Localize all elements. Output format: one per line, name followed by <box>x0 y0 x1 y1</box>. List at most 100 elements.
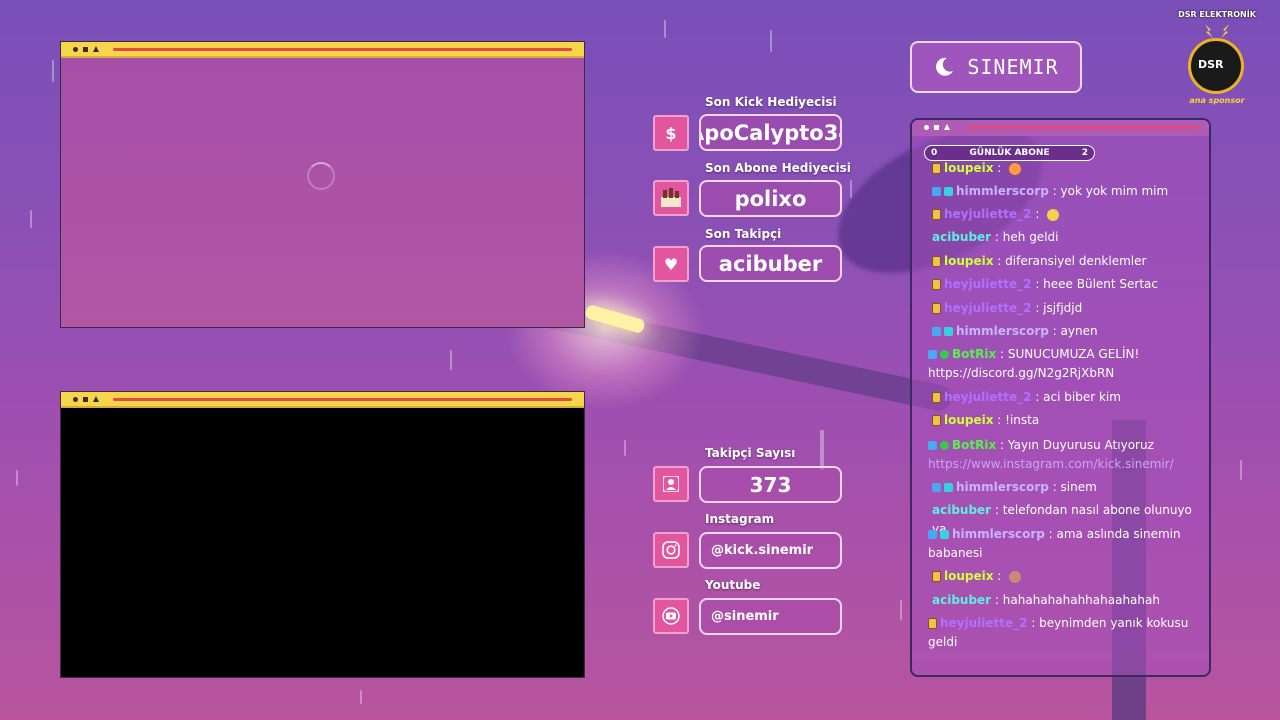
rain-drop <box>820 430 824 470</box>
rain-drop <box>850 180 852 198</box>
gifter-badge-icon <box>944 187 953 196</box>
verified-badge-icon <box>940 350 949 359</box>
triangle-icon <box>944 124 950 130</box>
rain-drop <box>664 20 666 38</box>
triangle-icon <box>93 46 99 52</box>
chat-message-text: aynen <box>1060 324 1098 338</box>
chat-username[interactable]: loupeix <box>944 254 993 268</box>
triangle-icon <box>93 396 99 402</box>
chat-separator: : <box>991 593 1003 607</box>
chat-message: heyjuliette_2 : beynimden yanık kokusu ge… <box>928 614 1203 652</box>
gifter-badge-icon <box>940 530 949 539</box>
sub-gifter-label: Son Abone Hediyecisi <box>705 161 851 175</box>
chat-username[interactable]: loupeix <box>944 161 993 175</box>
chat-username[interactable]: heyjuliette_2 <box>944 301 1032 315</box>
chat-username[interactable]: heyjuliette_2 <box>940 616 1028 630</box>
kick-gifter-label: Son Kick Hediyecisi <box>705 95 837 109</box>
camera-window <box>60 41 585 328</box>
chat-username[interactable]: acibuber <box>932 230 991 244</box>
chat-username[interactable]: acibuber <box>932 503 991 517</box>
youtube-label: Youtube <box>705 578 761 592</box>
chat-message-list: loupeix : himmlerscorp : yok yok mim mim… <box>928 161 1203 675</box>
sponsor-logo-text: DSR <box>1198 58 1224 71</box>
chat-username[interactable]: himmlerscorp <box>952 527 1045 541</box>
youtube-handle[interactable]: @sinemir <box>699 598 842 635</box>
game-window <box>60 391 585 678</box>
chat-username[interactable]: himmlerscorp <box>956 184 1049 198</box>
chat-message-text: hahahahahahhahaahahah <box>1002 593 1160 607</box>
chat-message: acibuber : hahahahahahhahaahahah <box>932 591 1203 610</box>
subscriber-badge-icon <box>932 303 941 314</box>
chat-username[interactable]: heyjuliette_2 <box>944 207 1032 221</box>
gifter-badge-icon <box>944 327 953 336</box>
goal-label: GÜNLÜK ABONE <box>969 148 1050 158</box>
chat-message: acibuber : heh geldi <box>932 228 1203 247</box>
chat-message-text: beynimden yanık kokusu <box>1039 616 1189 630</box>
chat-separator: : <box>1027 616 1040 630</box>
last-follower-label: Son Takipçi <box>705 227 782 241</box>
moderator-badge-icon <box>932 187 941 196</box>
last-follower-value: acibuber <box>699 245 842 282</box>
moderator-badge-icon <box>928 441 937 450</box>
chat-separator: : <box>1048 184 1061 198</box>
chat-separator: : <box>991 503 1003 517</box>
chat-username[interactable]: heyjuliette_2 <box>944 390 1032 404</box>
chat-username[interactable]: loupeix <box>944 569 993 583</box>
moon-icon <box>936 57 954 76</box>
chat-separator: : <box>1048 324 1061 338</box>
chat-message: himmlerscorp : yok yok mim mim <box>932 182 1203 201</box>
instagram-icon <box>653 532 689 568</box>
chat-separator: : <box>993 413 1006 427</box>
chat-message: loupeix : !insta <box>932 411 1203 430</box>
chat-username[interactable]: himmlerscorp <box>956 324 1049 338</box>
chat-separator: : <box>1031 390 1044 404</box>
sponsor-bottom-text: ana sponsor <box>1189 96 1245 105</box>
instagram-handle[interactable]: @kick.sinemir <box>699 532 842 569</box>
chat-username[interactable]: BotRix <box>952 438 996 452</box>
camera-feed <box>61 58 584 327</box>
rain-drop <box>450 350 452 370</box>
chat-message: loupeix : <box>932 567 1203 586</box>
chat-message-continuation: geldi <box>928 635 958 649</box>
rain-drop <box>360 690 362 704</box>
chat-username[interactable]: loupeix <box>944 413 993 427</box>
sinemir-button[interactable]: SINEMIR <box>910 41 1082 93</box>
rain-drop <box>900 600 902 620</box>
lightning-icon <box>1205 24 1229 38</box>
sinemir-button-label: SINEMIR <box>967 55 1059 79</box>
goal-current: 0 <box>931 148 938 158</box>
rain-drop <box>52 60 54 82</box>
titlebar-stripe <box>966 126 1199 129</box>
chat-message: loupeix : <box>932 159 1203 178</box>
chat-panel[interactable]: 0 GÜNLÜK ABONE 2 loupeix : himmlerscorp … <box>910 118 1211 677</box>
loading-spinner-icon <box>307 162 335 190</box>
camera-window-titlebar <box>61 42 584 58</box>
chat-message-text: !insta <box>1005 413 1040 427</box>
subscriber-badge-icon <box>932 571 941 582</box>
circle-icon <box>924 125 929 130</box>
verified-badge-icon <box>940 441 949 450</box>
chat-separator: : <box>993 569 1006 583</box>
chat-username[interactable]: himmlerscorp <box>956 480 1049 494</box>
moderator-badge-icon <box>928 530 937 539</box>
instagram-label: Instagram <box>705 512 775 526</box>
chat-separator: : <box>993 254 1006 268</box>
chat-message-text: diferansiyel denklemler <box>1005 254 1147 268</box>
chat-titlebar <box>912 120 1209 136</box>
chat-message-text: sinem <box>1060 480 1097 494</box>
chat-message-text: jsjfjdjd <box>1043 301 1083 315</box>
subscriber-badge-icon <box>932 209 941 220</box>
circle-icon <box>73 47 78 52</box>
titlebar-stripe <box>113 398 572 401</box>
chat-separator: : <box>1048 480 1061 494</box>
chat-message-text: Yayın Duyurusu Atıyoruz <box>1007 438 1154 452</box>
chat-username[interactable]: acibuber <box>932 593 991 607</box>
chat-username[interactable]: BotRix <box>952 347 996 361</box>
heart-icon: ♥ <box>653 246 689 282</box>
chat-message: loupeix : diferansiyel denklemler <box>932 252 1203 271</box>
user-icon <box>653 466 689 502</box>
chat-message: BotRix : Yayın Duyurusu Atıyoruz https://… <box>928 436 1203 474</box>
titlebar-stripe <box>113 48 572 51</box>
chat-username[interactable]: heyjuliette_2 <box>944 277 1032 291</box>
circle-icon <box>73 397 78 402</box>
